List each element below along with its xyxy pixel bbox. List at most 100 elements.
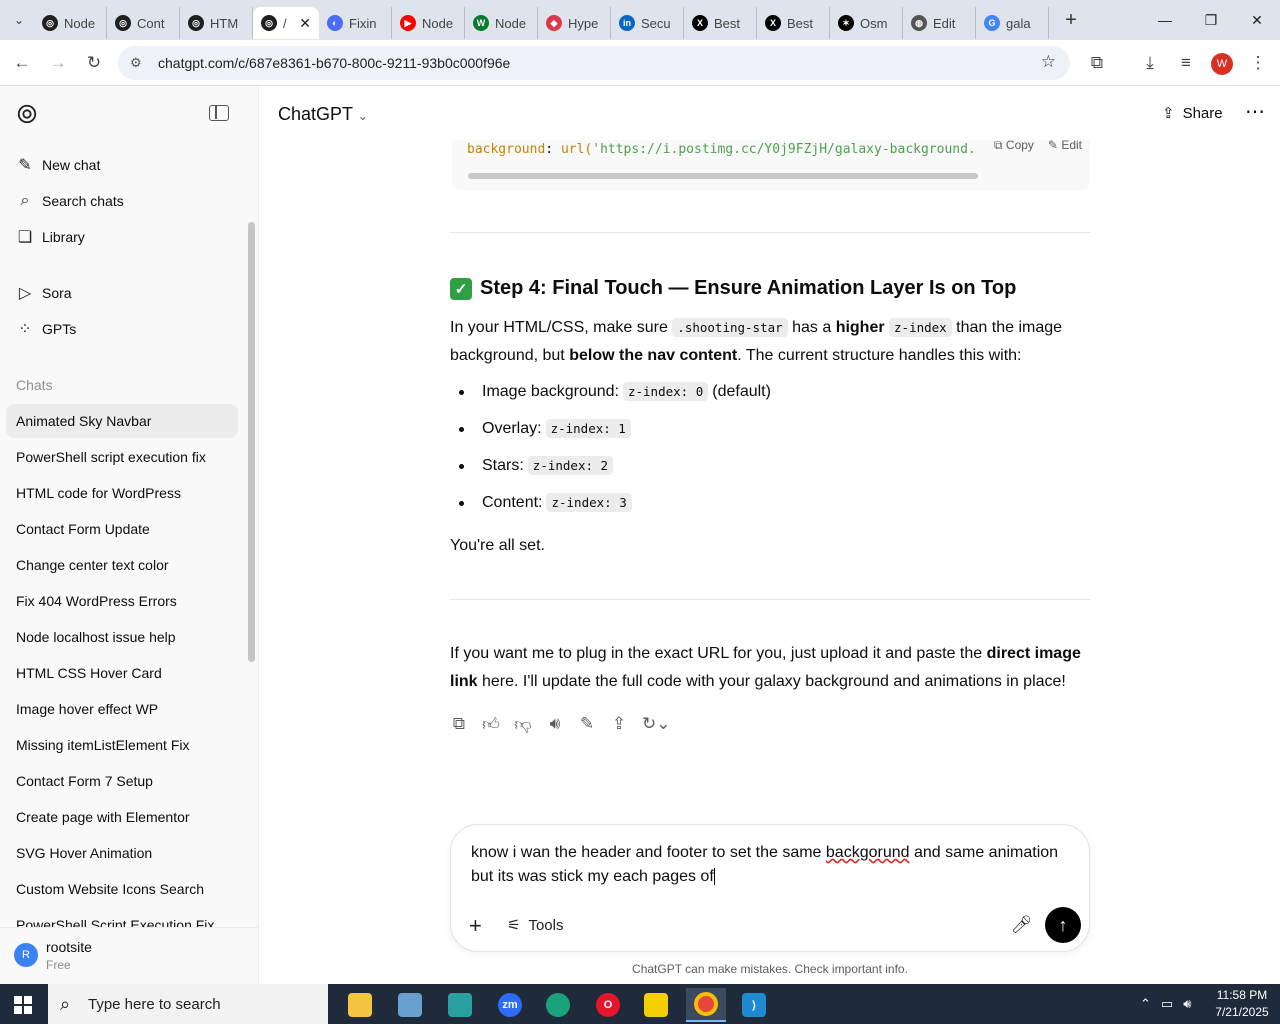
tab-label: Best xyxy=(714,15,741,31)
chat-history-item[interactable]: HTML CSS Hover Card xyxy=(6,656,238,690)
chat-history-item[interactable]: Missing itemListElement Fix xyxy=(6,728,238,762)
thumbs-up-icon[interactable]: 👍︎ xyxy=(482,714,500,735)
edit-code-button[interactable]: ✎ Edit xyxy=(1048,140,1082,153)
windows-start-icon[interactable] xyxy=(14,996,32,1014)
browser-tab[interactable]: ▶ Node xyxy=(392,7,465,39)
chat-history-item[interactable]: Change center text color xyxy=(6,548,238,582)
vscode-icon[interactable]: ⟩ xyxy=(734,988,774,1022)
browser-menu-icon[interactable]: ⋮ xyxy=(1245,50,1271,76)
sidebar-item-library[interactable]: ❏ Library xyxy=(6,220,238,254)
chats-section-label: Chats xyxy=(16,377,53,393)
step-heading: ✓ Step 4: Final Touch — Ensure Animation… xyxy=(450,277,1016,300)
regenerate-icon[interactable]: ↻⌄ xyxy=(642,714,671,735)
sidebar-scrollbar[interactable] xyxy=(248,222,255,662)
edit-canvas-icon[interactable]: ✎ xyxy=(578,714,596,735)
file-explorer-icon[interactable] xyxy=(340,988,380,1022)
browser-tab[interactable]: ◎ / ✕ xyxy=(253,7,319,39)
download-icon[interactable]: ⤓ xyxy=(1137,50,1163,76)
chat-history-item[interactable]: SVG Hover Animation xyxy=(6,836,238,870)
sidebar-toggle-icon[interactable] xyxy=(209,105,229,121)
browser-tab[interactable]: ◎ HTM xyxy=(180,7,253,39)
sticky-notes-icon[interactable] xyxy=(636,988,676,1022)
sidebar-item-new-chat[interactable]: ✎ New chat xyxy=(6,148,238,182)
media-control-icon[interactable]: ≡ xyxy=(1173,50,1199,76)
chat-history-item[interactable]: Animated Sky Navbar xyxy=(6,404,238,438)
minimize-button[interactable]: — xyxy=(1142,0,1188,40)
model-selector[interactable]: ChatGPT ⌄ xyxy=(278,104,368,125)
browser-tab[interactable]: in Secu xyxy=(611,7,684,39)
chrome-icon[interactable] xyxy=(686,988,726,1022)
tab-label: Osm xyxy=(860,15,888,31)
sidebar-item-search-chats[interactable]: ⌕ Search chats xyxy=(6,184,238,218)
reload-icon[interactable]: ↻ xyxy=(81,50,107,76)
clock[interactable]: 11:58 PM 7/21/2025 xyxy=(1210,987,1274,1021)
chat-history-item[interactable]: Contact Form 7 Setup xyxy=(6,764,238,798)
chat-history-item[interactable]: PowerShell script execution fix xyxy=(6,440,238,474)
zoom-icon[interactable]: zm xyxy=(490,988,530,1022)
site-info-icon[interactable]: ⚙ xyxy=(130,55,142,71)
sidebar-item-sora[interactable]: ▷ Sora xyxy=(6,276,238,310)
browser-tab[interactable]: ◎ Cont xyxy=(107,7,180,39)
back-arrow-icon[interactable]: ← xyxy=(9,50,35,76)
extensions-icon[interactable]: ⧉ xyxy=(1084,50,1110,76)
share-button[interactable]: ⇪ Share xyxy=(1162,104,1223,123)
browser-tab[interactable]: Ggala xyxy=(976,7,1049,39)
thumbs-down-icon[interactable]: 👎︎ xyxy=(514,714,532,735)
user-profile[interactable]: R rootsite Free xyxy=(0,927,258,984)
browser-tab[interactable]: ✶ Osm xyxy=(830,7,903,39)
divider xyxy=(450,599,1090,600)
tools-button[interactable]: ⚟ Tools xyxy=(507,916,563,935)
restore-button[interactable]: ❐ xyxy=(1188,0,1234,40)
nav-icon: ⁘ xyxy=(18,321,32,338)
new-tab-button[interactable]: + xyxy=(1057,9,1085,32)
chat-history-item[interactable]: Image hover effect WP xyxy=(6,692,238,726)
more-options-icon[interactable]: ⋯ xyxy=(1245,99,1266,124)
close-window-button[interactable]: ✕ xyxy=(1234,0,1280,40)
chat-history-item[interactable]: Node localhost issue help xyxy=(6,620,238,654)
message-composer[interactable]: know i wan the header and footer to set … xyxy=(450,824,1090,952)
user-name: rootsite xyxy=(46,939,92,955)
code-line: background: url('https://i.postimg.cc/Y0… xyxy=(467,142,976,157)
code-scrollbar[interactable] xyxy=(468,173,978,179)
tab-label: Secu xyxy=(641,15,671,31)
browser-tab[interactable]: X Best xyxy=(684,7,757,39)
chat-history-item[interactable]: Fix 404 WordPress Errors xyxy=(6,584,238,618)
edge-icon[interactable] xyxy=(538,988,578,1022)
browser-tab[interactable]: W Node xyxy=(465,7,538,39)
chat-history-item[interactable]: HTML code for WordPress xyxy=(6,476,238,510)
tab-favicon-icon: ◍ xyxy=(911,15,927,31)
share-icon[interactable]: ⇪ xyxy=(610,714,628,735)
tab-favicon-icon: ▶ xyxy=(400,15,416,31)
read-aloud-icon[interactable]: 🔊︎ xyxy=(546,714,564,735)
sidebar-item-gpts[interactable]: ⁘ GPTs xyxy=(6,312,238,346)
forward-arrow-icon[interactable]: → xyxy=(45,50,71,76)
browser-tab[interactable]: X Best xyxy=(757,7,830,39)
address-bar[interactable]: ⚙ chatgpt.com/c/687e8361-b670-800c-9211-… xyxy=(118,46,1070,80)
browser-tab[interactable]: ◍ Edit xyxy=(903,7,976,39)
chat-history-item[interactable]: Custom Website Icons Search xyxy=(6,872,238,906)
composer-input[interactable]: know i wan the header and footer to set … xyxy=(471,841,1071,889)
opera-icon[interactable]: O xyxy=(588,988,628,1022)
close-tab-icon[interactable]: ✕ xyxy=(299,15,311,32)
bookmark-star-icon[interactable]: ☆ xyxy=(1041,52,1056,72)
chat-history-item[interactable]: Contact Form Update xyxy=(6,512,238,546)
browser-tab[interactable]: ◐ Fixin xyxy=(319,7,392,39)
microphone-icon[interactable]: 🎤︎ xyxy=(1011,915,1033,935)
copy-code-button[interactable]: ⧉ Copy xyxy=(994,140,1034,153)
copy-icon[interactable]: ⧉ xyxy=(450,714,468,735)
app-icon[interactable] xyxy=(390,988,430,1022)
openai-logo-icon[interactable] xyxy=(16,103,38,125)
profile-avatar[interactable]: W xyxy=(1211,53,1233,75)
browser-tab[interactable]: ◎ Node xyxy=(34,7,107,39)
sidebar: ✎ New chat ⌕ Search chats ❏ Library ▷ Sora ⁘ GPT… xyxy=(0,87,259,984)
disclaimer: ChatGPT can make mistakes. Check importa… xyxy=(632,962,908,976)
send-button[interactable]: ↑ xyxy=(1045,907,1081,943)
add-attachment-icon[interactable]: + xyxy=(469,913,482,939)
app-icon[interactable] xyxy=(440,988,480,1022)
browser-tab[interactable]: ◆ Hype xyxy=(538,7,611,39)
tab-label: Node xyxy=(422,15,454,31)
tab-search-dropdown-icon[interactable]: ⌄ xyxy=(4,5,34,35)
chat-history-item[interactable]: Create page with Elementor xyxy=(6,800,238,834)
system-tray[interactable]: ⌃ ▭ 🔊︎ xyxy=(1140,996,1191,1012)
taskbar-search[interactable]: ⌕ Type here to search xyxy=(48,984,328,1024)
